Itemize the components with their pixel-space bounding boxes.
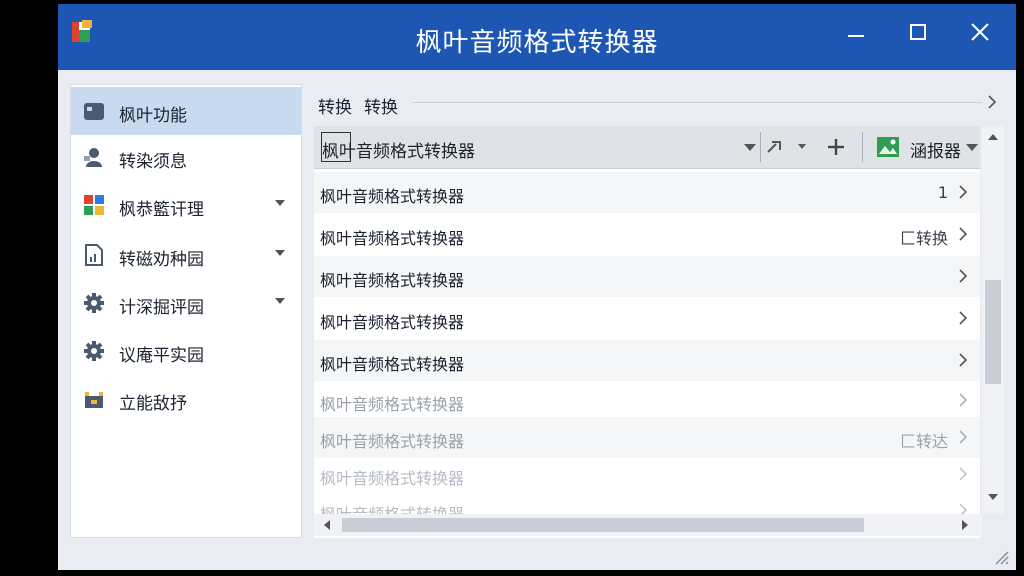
user-chat-icon: [84, 148, 102, 167]
chevron-right-icon[interactable]: [958, 185, 968, 199]
chevron-right-icon[interactable]: [958, 430, 968, 444]
sidebar-item-label: 议庵平实园: [119, 346, 204, 366]
chevron-right-icon[interactable]: [958, 393, 968, 407]
chevron-right-icon[interactable]: [958, 269, 968, 283]
chevron-right-icon[interactable]: [958, 353, 968, 367]
format-combo[interactable]: 枫叶音频格式转换器: [322, 137, 475, 162]
list-item[interactable]: 枫叶音频格式转换器 匚转达: [314, 417, 980, 458]
sidebar-item-label: 枫叶功能: [119, 106, 187, 126]
link-edit-icon[interactable]: [764, 136, 788, 158]
breadcrumb-divider: [412, 102, 982, 103]
list-toolbar: 枫叶音频格式转换器 涵报器: [314, 126, 980, 169]
list-item[interactable]: 枫叶音频格式转换器 1: [314, 172, 980, 213]
chevron-right-icon[interactable]: [986, 94, 998, 110]
dropdown-icon[interactable]: [738, 136, 762, 158]
list-item-label: 枫叶音频格式转换器: [320, 432, 465, 451]
sidebar-item-messages[interactable]: 转染须息: [71, 133, 301, 181]
chevron-right-icon[interactable]: [958, 227, 968, 241]
sidebar-item-label: 计深掘评园: [119, 298, 204, 318]
breadcrumb: 转换 转换: [312, 84, 1004, 120]
vertical-scrollbar[interactable]: [982, 126, 1004, 514]
list-item-label: 枫叶音频格式转换器: [320, 271, 465, 290]
scroll-up-icon[interactable]: [987, 132, 999, 142]
sidebar-item-charts[interactable]: 转磁劝种园: [71, 231, 301, 279]
dropdown-icon[interactable]: [790, 136, 814, 158]
maximize-icon[interactable]: [900, 18, 936, 48]
gear-icon: [84, 293, 104, 313]
list-item[interactable]: 枫叶音频格式转换器: [314, 454, 980, 495]
list-item[interactable]: 枫叶音频格式转换器: [314, 340, 980, 381]
sidebar-item-label: 枫恭籃讦理: [119, 200, 204, 220]
scroll-thumb[interactable]: [985, 280, 1001, 384]
scroll-right-icon[interactable]: [960, 519, 970, 531]
dropdown-icon[interactable]: [960, 136, 980, 158]
sidebar-item-management[interactable]: 枫恭籃讦理: [71, 181, 301, 229]
sidebar-item-label: 立能敌抒: [119, 394, 187, 414]
document-chart-icon: [85, 244, 103, 266]
list-item-label: 枫叶音频格式转换器: [320, 395, 465, 414]
list-item-label: 枫叶音频格式转换器: [320, 355, 465, 374]
title-bar[interactable]: 枫叶音频格式转换器: [58, 4, 1016, 70]
list-item[interactable]: 枫叶音频格式转换器 匚转换: [314, 214, 980, 255]
list-item-label: 枫叶音频格式转换器: [320, 313, 465, 332]
gear-icon: [84, 341, 104, 361]
toolbox-icon: [85, 392, 103, 408]
scroll-thumb[interactable]: [342, 518, 864, 532]
toolbar-separator: [862, 132, 863, 162]
add-icon[interactable]: [824, 136, 848, 158]
scroll-left-icon[interactable]: [322, 519, 332, 531]
list-item-label: 枫叶音频格式转换器: [320, 469, 465, 488]
toolbar-separator: [760, 132, 761, 162]
list-item[interactable]: 枫叶音频格式转换器: [314, 298, 980, 339]
report-dropdown-button[interactable]: 涵报器: [910, 137, 961, 162]
chevron-down-icon[interactable]: [274, 296, 286, 306]
list-item-meta: 匚转达: [899, 432, 948, 451]
scroll-down-icon[interactable]: [987, 492, 999, 502]
horizontal-scrollbar[interactable]: [314, 514, 982, 536]
sidebar-item-evaluation[interactable]: 计深掘评园: [71, 279, 301, 327]
sidebar: 枫叶功能 转染须息 枫恭籃讦理 转磁劝种园 计深掘评园 议庵平实园 立能敌抒: [70, 84, 302, 538]
app-window: 枫叶音频格式转换器 枫叶功能 转染须息 枫恭籃讦理 转磁劝种园 计深掘评园 议庵…: [58, 4, 1016, 570]
feature-panel-icon: [84, 103, 104, 120]
sidebar-item-settings[interactable]: 议庵平实园: [71, 327, 301, 375]
list-item-label: 枫叶音频格式转换器: [320, 229, 465, 248]
image-icon[interactable]: [876, 136, 900, 158]
sidebar-item-tools[interactable]: 立能敌抒: [71, 375, 301, 423]
sidebar-item-label: 转染须息: [119, 152, 187, 172]
sidebar-item-label: 转磁劝种园: [119, 250, 204, 270]
file-list: 枫叶音频格式转换器 涵报器 枫叶音频格式转换器 1 枫叶音频格式转换器 匚转换 …: [314, 126, 980, 538]
list-item-label: 枫叶音频格式转换器: [320, 187, 465, 206]
list-item[interactable]: 枫叶音频格式转换器: [314, 380, 980, 421]
chevron-right-icon[interactable]: [958, 467, 968, 481]
breadcrumb-item[interactable]: 转换: [364, 93, 398, 118]
list-item-meta: 1: [937, 183, 948, 202]
chevron-down-icon[interactable]: [274, 248, 286, 258]
breadcrumb-item[interactable]: 转换: [318, 93, 352, 118]
close-icon[interactable]: [962, 18, 998, 48]
list-item[interactable]: 枫叶音频格式转换器: [314, 256, 980, 297]
colored-tiles-icon: [84, 195, 104, 215]
minimize-icon[interactable]: [838, 18, 874, 48]
sidebar-item-features[interactable]: 枫叶功能: [71, 87, 301, 135]
list-item-meta: 匚转换: [899, 229, 948, 248]
chevron-right-icon[interactable]: [958, 311, 968, 325]
chevron-down-icon[interactable]: [274, 198, 286, 208]
resize-grip-icon[interactable]: [992, 548, 1010, 566]
